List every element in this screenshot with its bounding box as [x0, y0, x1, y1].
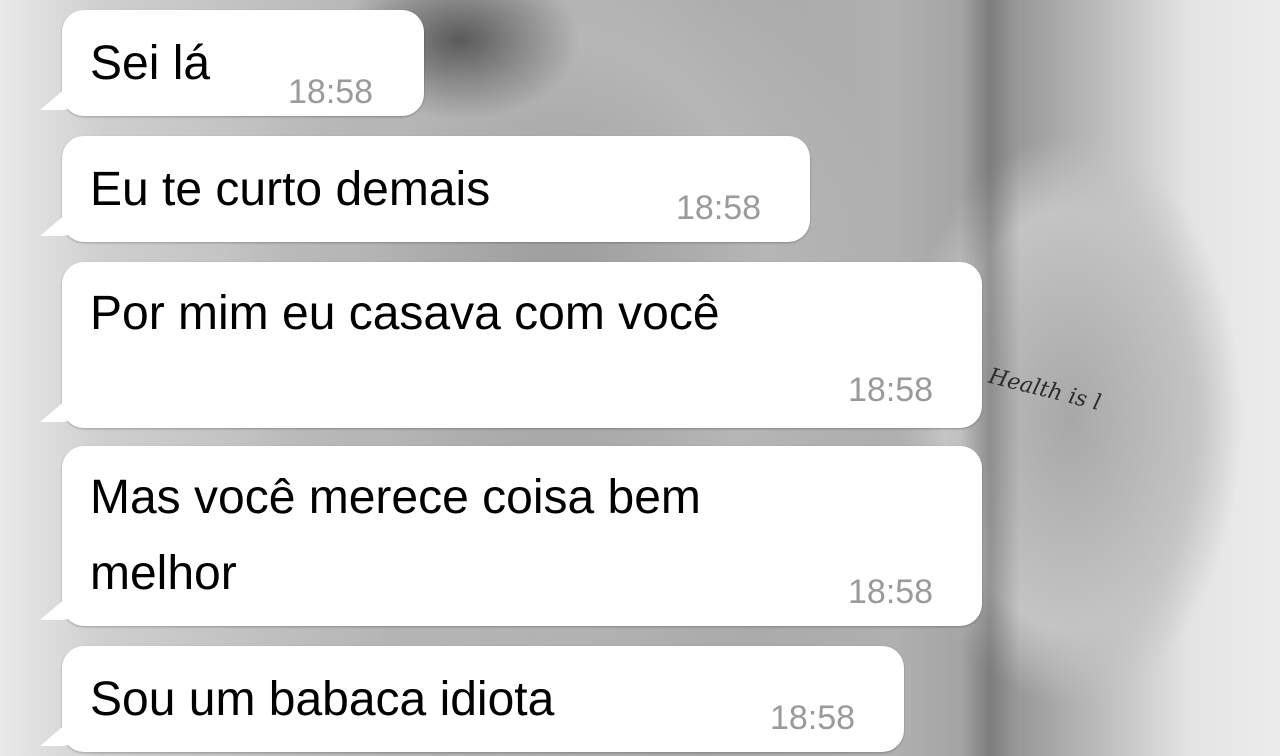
message-time: 18:58 — [770, 699, 856, 737]
message-text: Por mim eu casava com você — [90, 287, 720, 340]
message-time: 18:58 — [676, 189, 762, 227]
message-time: 18:58 — [288, 73, 374, 111]
message-text: Sou um babaca idiota — [90, 673, 555, 726]
message-bubble[interactable]: Sou um babaca idiota 18:58 — [40, 646, 904, 752]
message-text: Eu te curto demais — [90, 163, 491, 216]
message-bubble[interactable]: Sei lá 18:58 — [40, 10, 424, 116]
message-bubble[interactable]: Mas você merece coisa bem melhor 18:58 — [40, 446, 982, 626]
message-time: 18:58 — [848, 371, 934, 409]
message-bubble[interactable]: Por mim eu casava com você 18:58 — [40, 262, 982, 428]
message-text-line-2: melhor — [90, 547, 237, 600]
message-time: 18:58 — [848, 573, 934, 611]
message-bubble[interactable]: Eu te curto demais 18:58 — [40, 136, 810, 242]
message-text: Sei lá — [90, 37, 211, 90]
message-text-line-1: Mas você merece coisa bem — [90, 471, 701, 524]
